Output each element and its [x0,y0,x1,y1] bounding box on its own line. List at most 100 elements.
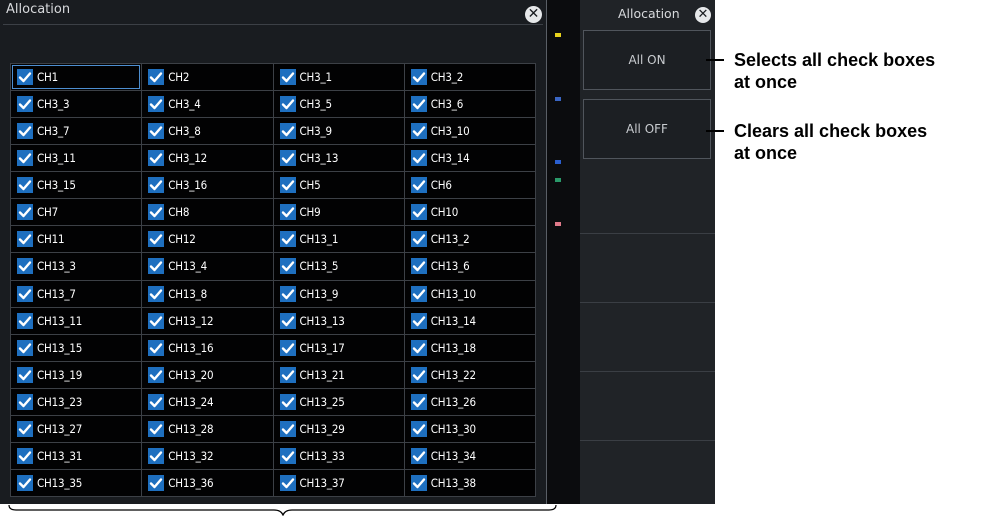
check-icon[interactable] [410,312,427,329]
channel-checkbox[interactable]: CH13_28 [142,415,273,442]
channel-checkbox[interactable]: CH13_24 [142,388,273,415]
check-icon[interactable] [279,285,296,302]
check-icon[interactable] [279,231,296,248]
check-icon[interactable] [148,123,165,140]
all-off-button[interactable]: All OFF [583,99,711,159]
check-icon[interactable] [279,204,296,221]
channel-checkbox[interactable]: CH13_34 [404,442,535,469]
channel-checkbox[interactable]: CH13_38 [404,469,535,496]
check-icon[interactable] [410,69,427,86]
check-icon[interactable] [148,69,165,86]
channel-checkbox[interactable]: CH6 [404,172,535,199]
check-icon[interactable] [279,150,296,167]
channel-checkbox[interactable]: CH13_26 [404,388,535,415]
check-icon[interactable] [279,420,296,437]
channel-checkbox[interactable]: CH13_18 [404,334,535,361]
channel-checkbox[interactable]: CH13_9 [273,280,404,307]
channel-checkbox[interactable]: CH13_21 [273,361,404,388]
channel-checkbox[interactable]: CH13_2 [404,226,535,253]
check-icon[interactable] [148,420,165,437]
channel-checkbox[interactable]: CH3_4 [142,91,273,118]
check-icon[interactable] [279,96,296,113]
check-icon[interactable] [410,393,427,410]
channel-checkbox[interactable]: CH3_14 [404,145,535,172]
channel-checkbox[interactable]: CH13_32 [142,442,273,469]
channel-checkbox[interactable]: CH13_7 [11,280,142,307]
check-icon[interactable] [279,123,296,140]
check-icon[interactable] [410,258,427,275]
check-icon[interactable] [17,312,33,329]
check-icon[interactable] [279,339,296,356]
channel-checkbox[interactable]: CH13_25 [273,388,404,415]
channel-checkbox[interactable]: CH3_3 [11,91,142,118]
channel-checkbox[interactable]: CH3_8 [142,118,273,145]
check-icon[interactable] [148,204,165,221]
channel-checkbox[interactable]: CH5 [273,172,404,199]
channel-checkbox[interactable]: CH13_4 [142,253,273,280]
check-icon[interactable] [410,366,427,383]
check-icon[interactable] [148,474,165,491]
check-icon[interactable] [410,177,427,194]
check-icon[interactable] [279,393,296,410]
check-icon[interactable] [279,177,296,194]
check-icon[interactable] [410,96,427,113]
check-icon[interactable] [17,231,33,248]
check-icon[interactable] [148,258,165,275]
check-icon[interactable] [410,474,427,491]
check-icon[interactable] [279,447,296,464]
check-icon[interactable] [148,96,165,113]
check-icon[interactable] [17,258,33,275]
channel-checkbox[interactable]: CH3_10 [404,118,535,145]
channel-checkbox[interactable]: CH7 [11,199,142,226]
channel-checkbox[interactable]: CH3_11 [11,145,142,172]
channel-checkbox[interactable]: CH13_14 [404,307,535,334]
channel-checkbox[interactable]: CH13_36 [142,469,273,496]
channel-checkbox[interactable]: CH13_13 [273,307,404,334]
close-icon[interactable]: ✕ [525,6,542,23]
channel-checkbox[interactable]: CH13_31 [11,442,142,469]
channel-checkbox[interactable]: CH13_23 [11,388,142,415]
channel-checkbox[interactable]: CH13_15 [11,334,142,361]
channel-checkbox[interactable]: CH10 [404,199,535,226]
channel-checkbox[interactable]: CH13_12 [142,307,273,334]
check-icon[interactable] [279,366,296,383]
check-icon[interactable] [17,474,33,491]
close-icon[interactable]: ✕ [695,7,711,23]
channel-checkbox[interactable]: CH13_8 [142,280,273,307]
channel-checkbox[interactable]: CH12 [142,226,273,253]
channel-checkbox[interactable]: CH13_22 [404,361,535,388]
channel-checkbox[interactable]: CH3_9 [273,118,404,145]
check-icon[interactable] [148,447,165,464]
check-icon[interactable] [17,393,33,410]
check-icon[interactable] [279,312,296,329]
check-icon[interactable] [148,231,165,248]
channel-checkbox[interactable]: CH13_11 [11,307,142,334]
channel-checkbox[interactable]: CH3_7 [11,118,142,145]
check-icon[interactable] [148,285,165,302]
check-icon[interactable] [148,339,165,356]
check-icon[interactable] [17,447,33,464]
channel-checkbox[interactable]: CH3_6 [404,91,535,118]
check-icon[interactable] [17,150,33,167]
channel-checkbox[interactable]: CH13_6 [404,253,535,280]
channel-checkbox[interactable]: CH3_1 [273,64,404,91]
channel-checkbox[interactable]: CH13_35 [11,469,142,496]
check-icon[interactable] [410,447,427,464]
check-icon[interactable] [410,339,427,356]
channel-checkbox[interactable]: CH13_19 [11,361,142,388]
channel-checkbox[interactable]: CH13_20 [142,361,273,388]
channel-checkbox[interactable]: CH13_29 [273,415,404,442]
check-icon[interactable] [410,420,427,437]
check-icon[interactable] [148,393,165,410]
check-icon[interactable] [279,474,296,491]
channel-checkbox[interactable]: CH13_17 [273,334,404,361]
channel-checkbox[interactable]: CH2 [142,64,273,91]
channel-checkbox[interactable]: CH3_16 [142,172,273,199]
check-icon[interactable] [410,123,427,140]
channel-checkbox[interactable]: CH11 [11,226,142,253]
check-icon[interactable] [17,366,33,383]
check-icon[interactable] [17,177,33,194]
channel-checkbox[interactable]: CH3_13 [273,145,404,172]
channel-checkbox[interactable]: CH13_1 [273,226,404,253]
check-icon[interactable] [17,420,33,437]
